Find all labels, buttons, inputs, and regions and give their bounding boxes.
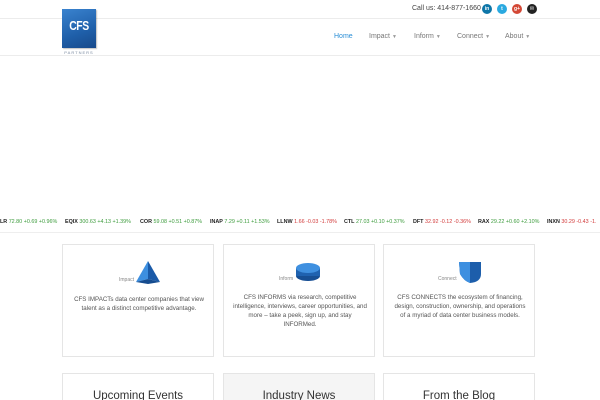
inform-card-text: CFS INFORMS via research, competitive in… xyxy=(233,294,367,328)
nav-inform-label: Inform xyxy=(414,33,434,40)
nav-divider xyxy=(0,55,600,56)
google-plus-icon[interactable]: g+ xyxy=(512,4,522,14)
from-the-blog-title: From the Blog xyxy=(422,390,496,400)
ticker-item[interactable]: COR 59.08 +0.51 +0.87% xyxy=(140,219,202,225)
ticker-change: +0.10 xyxy=(370,219,385,225)
ticker-price: 300.63 xyxy=(79,219,96,225)
ticker-change: +0.11 xyxy=(236,219,250,225)
ticker-change: -0.12 xyxy=(439,219,453,225)
upcoming-events-box[interactable]: Upcoming Events xyxy=(62,373,214,400)
ticker-symbol: EQIX xyxy=(65,219,78,225)
ticker-price: 27.03 xyxy=(355,219,370,225)
ticker-symbol: INXN xyxy=(547,219,560,225)
ticker-item[interactable]: DFT 32.92 -0.12 -0.36% xyxy=(413,219,471,225)
chevron-down-icon: ▼ xyxy=(435,34,441,40)
ticker-pct: +1.53% xyxy=(251,219,270,225)
ticker-change: +0.69 xyxy=(23,219,38,225)
chevron-down-icon: ▼ xyxy=(392,34,397,40)
ticker-pct: +0.87% xyxy=(183,219,203,225)
pyramid-icon xyxy=(136,261,160,284)
ticker-item[interactable]: INXN 30.29 -0.43 -1. xyxy=(547,219,596,225)
nav-about[interactable]: About ▼ xyxy=(505,33,530,40)
ticker-price: 30.29 xyxy=(561,219,575,225)
upcoming-events-title: Upcoming Events xyxy=(92,390,184,400)
connect-card-label: Connect xyxy=(438,276,457,282)
nav-impact-label: Impact xyxy=(369,33,391,40)
ticker-price: 1.66 xyxy=(294,219,305,225)
ticker-symbol: RAX xyxy=(478,219,490,225)
cylinder-icon xyxy=(296,263,320,281)
chevron-down-icon: ▼ xyxy=(485,34,491,40)
ticker-symbol: LLNW xyxy=(277,219,293,225)
twitter-icon[interactable]: t xyxy=(497,4,507,14)
email-icon[interactable]: ✉ xyxy=(527,4,537,14)
nav-home[interactable]: Home xyxy=(334,33,353,40)
inform-card-label: Inform xyxy=(279,276,294,282)
ticker-item[interactable]: EQIX 300.63 +4.13 +1.39% xyxy=(65,219,131,225)
ticker-item[interactable]: CTL 27.03 +0.10 +0.37% xyxy=(344,219,405,225)
ticker-item[interactable]: LLNW 1.66 -0.03 -1.78% xyxy=(277,219,337,225)
ticker-price: 59.08 xyxy=(153,219,167,225)
ticker-pct: -0.36% xyxy=(453,219,471,225)
ticker-item[interactable]: INAP 7.29 +0.11 +1.53% xyxy=(210,219,270,225)
ticker-symbol: CTL xyxy=(344,219,355,225)
impact-card[interactable]: Impact CFS IMPACTs data center companies… xyxy=(62,244,214,357)
logo-text: CFS xyxy=(69,18,89,33)
ticker-symbol: INAP xyxy=(210,219,223,225)
call-us-text: Call us: 414-877-1660 xyxy=(412,5,481,12)
inform-card[interactable]: Inform CFS INFORMS via research, competi… xyxy=(223,244,375,357)
ticker-change: -0.03 xyxy=(306,219,319,225)
nav-home-label: Home xyxy=(334,33,353,40)
ticker-symbol: LR xyxy=(0,219,8,225)
nav-about-label: About xyxy=(505,33,524,40)
impact-card-label: Impact xyxy=(119,277,135,283)
ticker-pct: -1. xyxy=(590,219,597,225)
ticker-symbol: COR xyxy=(140,219,152,225)
ticker-pct: +0.37% xyxy=(386,219,405,225)
ticker-change: +4.13 xyxy=(97,219,112,225)
connect-card[interactable]: Connect CFS CONNECTS the ecosystem of fi… xyxy=(383,244,535,357)
cfs-partners-logo[interactable]: CFS PARTNERS xyxy=(62,9,96,55)
ticker-price: 7.29 xyxy=(224,219,235,225)
ticker-pct: +1.39% xyxy=(112,219,131,225)
ticker-price: 32.92 xyxy=(424,219,439,225)
impact-card-text: CFS IMPACTs data center companies that v… xyxy=(74,296,204,312)
nav-connect-label: Connect xyxy=(457,33,484,40)
ticker-change: +0.51 xyxy=(168,219,183,225)
shield-icon xyxy=(459,262,481,283)
stock-ticker: LR 72.80 +0.69 +0.96% EQIX 300.63 +4.13 … xyxy=(0,219,600,228)
ticker-item[interactable]: LR 72.80 +0.69 +0.96% xyxy=(0,219,57,225)
ticker-pct: -1.78% xyxy=(319,219,337,225)
ticker-change: +0.60 xyxy=(505,219,520,225)
ticker-pct: +0.96% xyxy=(38,219,58,225)
industry-news-title: Industry News xyxy=(262,390,336,400)
connect-card-text: CFS CONNECTS the ecosystem of financing,… xyxy=(394,294,526,319)
ticker-change: -0.43 xyxy=(576,219,589,225)
ticker-divider xyxy=(0,232,600,233)
nav-connect[interactable]: Connect ▼ xyxy=(457,33,490,40)
nav-inform[interactable]: Inform ▼ xyxy=(414,33,441,40)
ticker-symbol: DFT xyxy=(413,219,424,225)
ticker-item[interactable]: RAX 29.22 +0.60 +2.10% xyxy=(478,219,539,225)
ticker-price: 29.22 xyxy=(490,219,505,225)
chevron-down-icon: ▼ xyxy=(525,34,531,40)
linkedin-icon[interactable]: in xyxy=(482,4,492,14)
from-the-blog-box[interactable]: From the Blog xyxy=(383,373,535,400)
industry-news-box[interactable]: Industry News xyxy=(223,373,375,400)
ticker-price: 72.80 xyxy=(8,219,23,225)
nav-impact[interactable]: Impact ▼ xyxy=(369,33,397,40)
ticker-pct: +2.10% xyxy=(521,219,540,225)
